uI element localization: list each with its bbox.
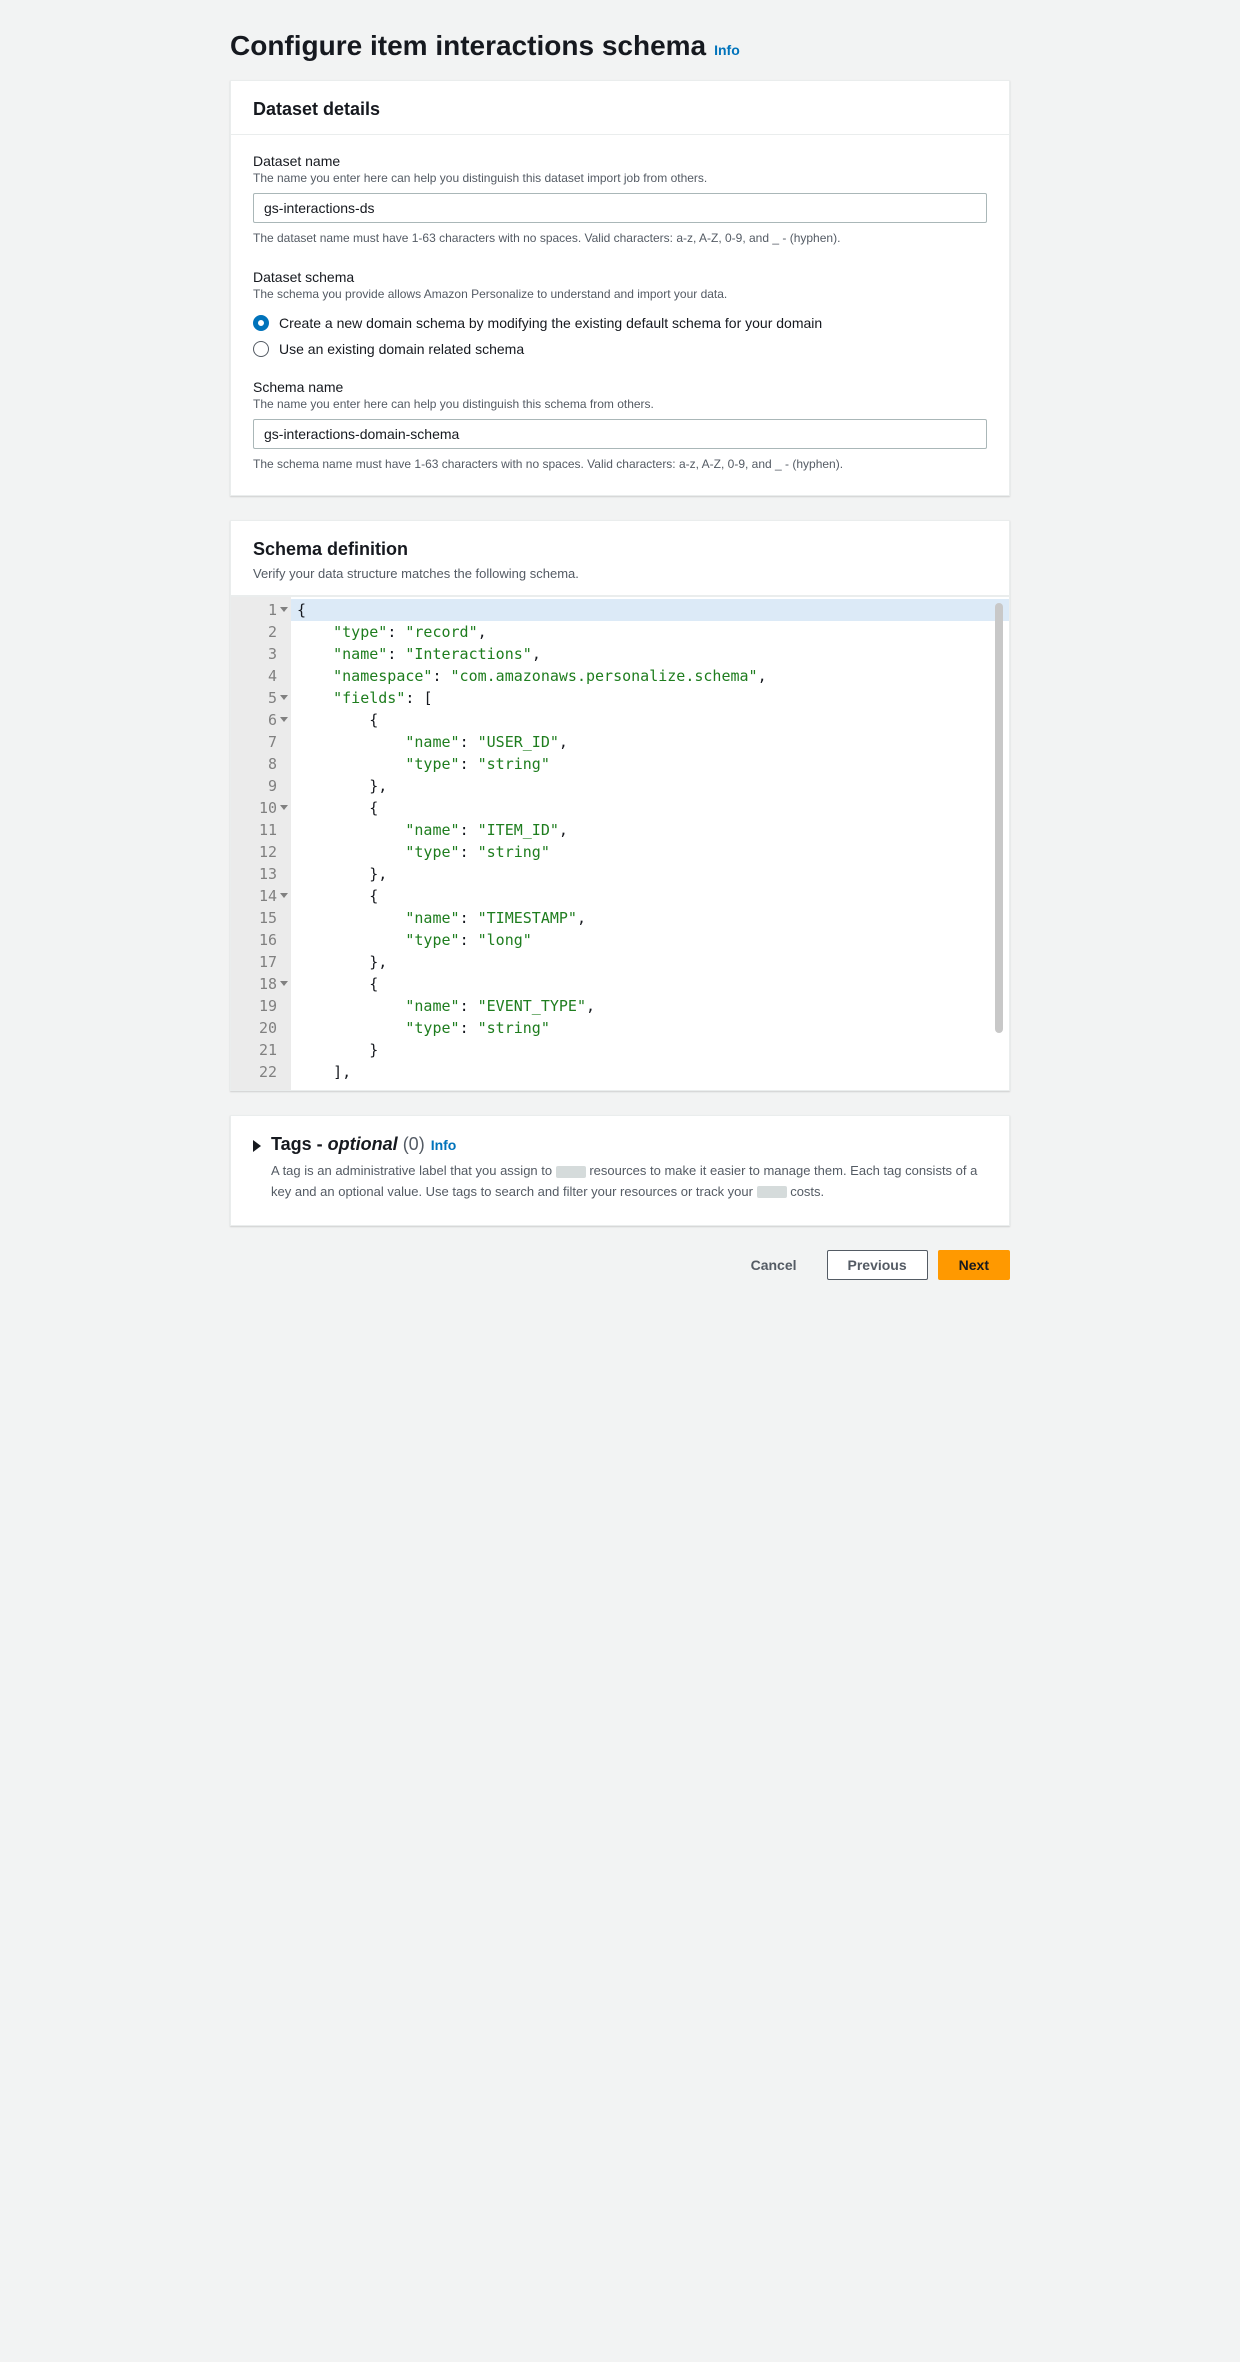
code-line[interactable]: "type": "string" — [291, 841, 1009, 863]
code-line[interactable]: "type": "record", — [291, 621, 1009, 643]
gutter-line: 21 — [231, 1039, 291, 1061]
radio-use-existing-label: Use an existing domain related schema — [279, 341, 524, 357]
gutter-line: 13 — [231, 863, 291, 885]
code-line[interactable]: }, — [291, 951, 1009, 973]
tags-title: Tags - optional (0) Info — [271, 1134, 987, 1155]
radio-use-existing-schema[interactable]: Use an existing domain related schema — [253, 341, 987, 357]
gutter-line: 14 — [231, 885, 291, 907]
code-line[interactable]: { — [291, 797, 1009, 819]
previous-button[interactable]: Previous — [827, 1250, 928, 1280]
radio-create-new-label: Create a new domain schema by modifying … — [279, 315, 822, 331]
tags-panel: Tags - optional (0) Info A tag is an adm… — [230, 1115, 1010, 1226]
next-button[interactable]: Next — [938, 1250, 1010, 1280]
tags-info-link[interactable]: Info — [431, 1137, 457, 1153]
dataset-details-panel: Dataset details Dataset name The name yo… — [230, 80, 1010, 496]
gutter-line: 8 — [231, 753, 291, 775]
tags-description: A tag is an administrative label that yo… — [271, 1161, 987, 1203]
code-line[interactable]: "type": "string" — [291, 1017, 1009, 1039]
gutter-line: 2 — [231, 621, 291, 643]
gutter-line: 3 — [231, 643, 291, 665]
code-line[interactable]: "type": "long" — [291, 929, 1009, 951]
code-line[interactable]: "name": "USER_ID", — [291, 731, 1009, 753]
code-line[interactable]: }, — [291, 863, 1009, 885]
schema-name-input[interactable] — [253, 419, 987, 449]
schema-definition-subtitle: Verify your data structure matches the f… — [253, 566, 987, 581]
dataset-name-field: Dataset name The name you enter here can… — [253, 153, 987, 247]
dataset-details-title: Dataset details — [253, 99, 987, 120]
code-line[interactable]: { — [291, 709, 1009, 731]
redacted-text — [556, 1166, 586, 1178]
dataset-name-input[interactable] — [253, 193, 987, 223]
tags-optional: optional — [328, 1134, 398, 1154]
gutter-line: 10 — [231, 797, 291, 819]
schema-name-label: Schema name — [253, 379, 987, 395]
gutter-line: 9 — [231, 775, 291, 797]
gutter-line: 19 — [231, 995, 291, 1017]
code-line[interactable]: "name": "Interactions", — [291, 643, 1009, 665]
caret-right-icon[interactable] — [253, 1140, 261, 1152]
gutter-line: 1 — [231, 599, 291, 621]
tags-count: (0) — [403, 1134, 425, 1154]
code-line[interactable]: "name": "EVENT_TYPE", — [291, 995, 1009, 1017]
redacted-text — [757, 1186, 787, 1198]
schema-name-hint: The name you enter here can help you dis… — [253, 397, 987, 411]
dataset-schema-label: Dataset schema — [253, 269, 987, 285]
tags-title-prefix: Tags - — [271, 1134, 328, 1154]
schema-definition-title: Schema definition — [253, 539, 987, 560]
code-line[interactable]: "name": "ITEM_ID", — [291, 819, 1009, 841]
gutter-line: 12 — [231, 841, 291, 863]
page-info-link[interactable]: Info — [714, 42, 740, 58]
code-line[interactable]: "namespace": "com.amazonaws.personalize.… — [291, 665, 1009, 687]
radio-create-new-schema[interactable]: Create a new domain schema by modifying … — [253, 315, 987, 331]
gutter-line: 20 — [231, 1017, 291, 1039]
radio-unchecked-icon — [253, 341, 269, 357]
schema-code-editor[interactable]: 12345678910111213141516171819202122 { "t… — [231, 596, 1009, 1090]
gutter-line: 4 — [231, 665, 291, 687]
gutter-line: 16 — [231, 929, 291, 951]
gutter-line: 22 — [231, 1061, 291, 1083]
code-line[interactable]: { — [291, 599, 1009, 621]
gutter-line: 7 — [231, 731, 291, 753]
gutter-line: 11 — [231, 819, 291, 841]
code-line[interactable]: ], — [291, 1061, 1009, 1083]
schema-name-field: Schema name The name you enter here can … — [253, 379, 987, 473]
code-line[interactable]: } — [291, 1039, 1009, 1061]
cancel-button[interactable]: Cancel — [731, 1251, 817, 1279]
dataset-schema-field: Dataset schema The schema you provide al… — [253, 269, 987, 357]
dataset-name-help: The dataset name must have 1-63 characte… — [253, 229, 987, 247]
gutter-line: 5 — [231, 687, 291, 709]
code-line[interactable]: "name": "TIMESTAMP", — [291, 907, 1009, 929]
schema-definition-panel: Schema definition Verify your data struc… — [230, 520, 1010, 1091]
gutter-line: 15 — [231, 907, 291, 929]
code-line[interactable]: "type": "string" — [291, 753, 1009, 775]
code-line[interactable]: { — [291, 885, 1009, 907]
code-line[interactable]: "fields": [ — [291, 687, 1009, 709]
gutter-line: 6 — [231, 709, 291, 731]
radio-checked-icon — [253, 315, 269, 331]
page-title: Configure item interactions schema — [230, 30, 706, 62]
code-line[interactable]: { — [291, 973, 1009, 995]
dataset-schema-hint: The schema you provide allows Amazon Per… — [253, 287, 987, 301]
wizard-footer: Cancel Previous Next — [230, 1250, 1010, 1280]
dataset-name-label: Dataset name — [253, 153, 987, 169]
editor-scrollbar[interactable] — [995, 603, 1003, 1033]
schema-name-help: The schema name must have 1-63 character… — [253, 455, 987, 473]
dataset-name-hint: The name you enter here can help you dis… — [253, 171, 987, 185]
gutter-line: 18 — [231, 973, 291, 995]
code-line[interactable]: }, — [291, 775, 1009, 797]
gutter-line: 17 — [231, 951, 291, 973]
